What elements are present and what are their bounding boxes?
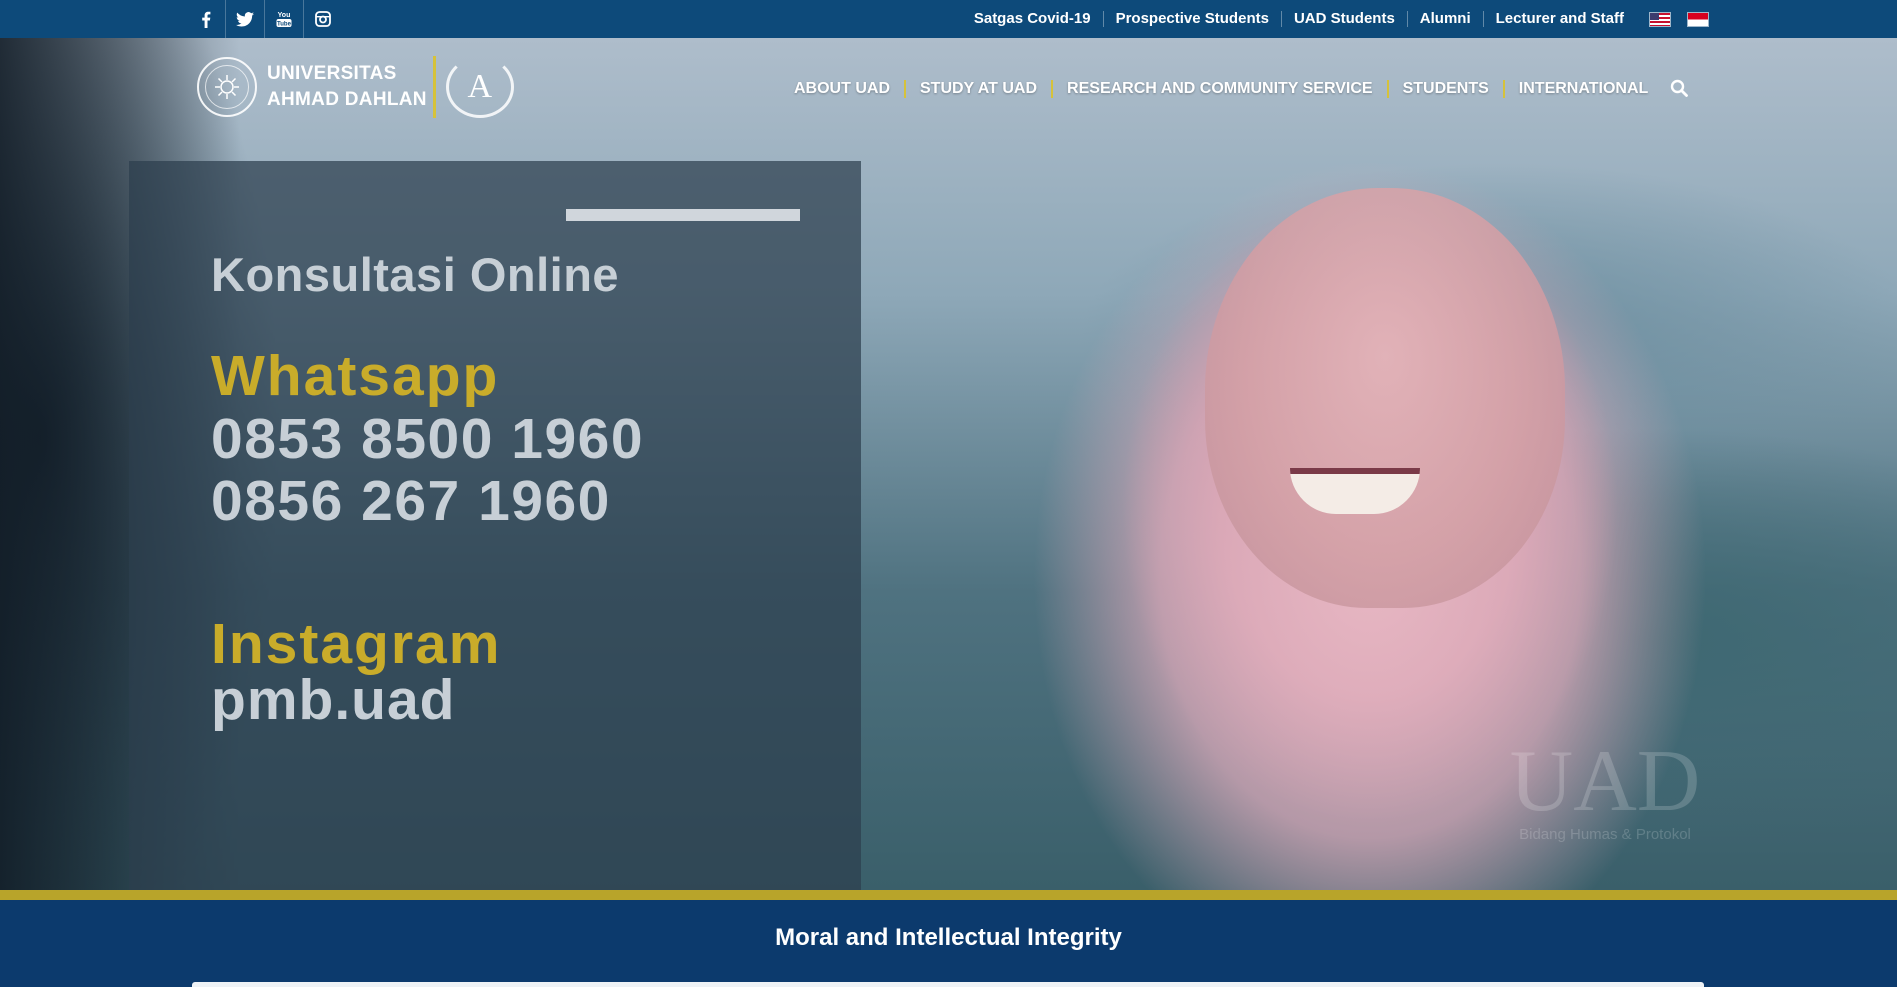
twitter-icon[interactable] bbox=[226, 0, 265, 38]
watermark-caption: Bidang Humas & Protokol bbox=[1519, 826, 1691, 843]
whatsapp-number-1: 0853 8500 1960 bbox=[211, 407, 645, 471]
tagline-text: Moral and Intellectual Integrity bbox=[775, 924, 1122, 951]
top-link-prospective-students[interactable]: Prospective Students bbox=[1104, 11, 1282, 27]
panel-accent-bar bbox=[566, 209, 800, 221]
logo-line-2: AHMAD DAHLAN bbox=[267, 89, 427, 110]
nav-students[interactable]: STUDENTS bbox=[1389, 80, 1505, 98]
us-flag-icon[interactable] bbox=[1650, 12, 1670, 26]
whatsapp-label: Whatsapp bbox=[211, 344, 500, 408]
uad-watermark: UAD Bidang Humas & Protokol bbox=[1495, 733, 1715, 844]
konsultasi-online-panel: Konsultasi Online Whatsapp 0853 8500 196… bbox=[129, 161, 861, 890]
top-link-alumni[interactable]: Alumni bbox=[1408, 11, 1484, 27]
logo-wordmark: UNIVERSITAS AHMAD DAHLAN bbox=[267, 61, 427, 113]
youtube-icon[interactable]: You Tube bbox=[265, 0, 304, 38]
svg-text:Tube: Tube bbox=[277, 22, 292, 28]
instagram-icon[interactable] bbox=[304, 0, 342, 38]
top-links: Satgas Covid-19 Prospective Students UAD… bbox=[962, 0, 1708, 38]
social-links: You Tube bbox=[187, 0, 342, 38]
watermark-logo-text: UAD bbox=[1509, 733, 1701, 830]
top-link-uad-students[interactable]: UAD Students bbox=[1282, 11, 1408, 27]
svg-text:You: You bbox=[278, 12, 291, 19]
university-seal-icon bbox=[197, 57, 257, 117]
top-bar: You Tube Satgas Covid-19 Prospective Stud… bbox=[0, 0, 1897, 38]
indonesia-flag-icon[interactable] bbox=[1688, 12, 1708, 26]
logo-divider bbox=[432, 56, 436, 118]
content-card-top-edge bbox=[192, 982, 1704, 987]
top-link-satgas-covid[interactable]: Satgas Covid-19 bbox=[962, 11, 1104, 27]
search-icon[interactable] bbox=[1670, 79, 1692, 101]
accreditation-badge-icon: A bbox=[445, 56, 514, 118]
whatsapp-number-2: 0856 267 1960 bbox=[211, 469, 611, 533]
nav-international[interactable]: INTERNATIONAL bbox=[1505, 80, 1662, 98]
panel-title: Konsultasi Online bbox=[211, 248, 620, 301]
nav-about-uad[interactable]: ABOUT UAD bbox=[780, 80, 906, 98]
main-nav: ABOUT UAD STUDY AT UAD RESEARCH AND COMM… bbox=[780, 74, 1662, 104]
hero-person-face bbox=[1205, 188, 1565, 608]
instagram-handle: pmb.uad bbox=[211, 668, 456, 732]
facebook-icon[interactable] bbox=[187, 0, 226, 38]
logo-line-1: UNIVERSITAS bbox=[267, 63, 397, 84]
nav-research-community-service[interactable]: RESEARCH AND COMMUNITY SERVICE bbox=[1053, 80, 1389, 98]
laurel-wreath-icon bbox=[445, 56, 514, 118]
gold-divider bbox=[0, 890, 1897, 900]
site-logo[interactable]: UNIVERSITAS AHMAD DAHLAN A bbox=[197, 56, 514, 118]
nav-study-at-uad[interactable]: STUDY AT UAD bbox=[906, 80, 1054, 98]
top-link-lecturer-staff[interactable]: Lecturer and Staff bbox=[1484, 11, 1636, 27]
